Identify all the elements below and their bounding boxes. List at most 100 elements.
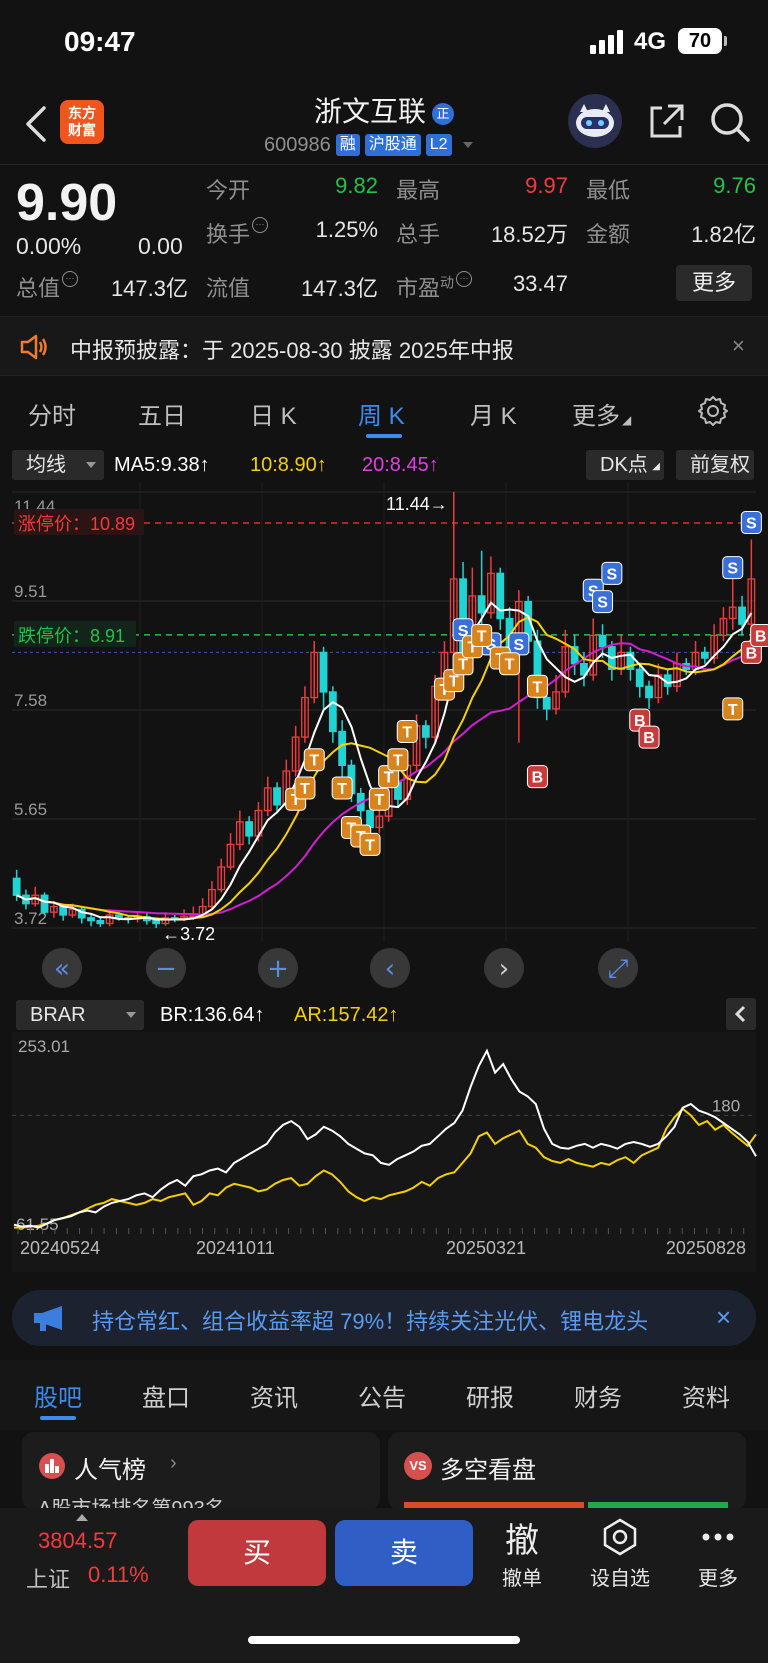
settings-gear-icon[interactable] xyxy=(696,394,730,428)
tab-monthly-k[interactable]: 月 K xyxy=(470,396,517,431)
tab-active-indicator xyxy=(40,1416,76,1420)
bull-bear-card[interactable]: VS 多空看盘 xyxy=(388,1432,746,1510)
rewind-icon-glyph: « xyxy=(54,954,70,984)
stock-name: 浙文互联 xyxy=(313,96,426,127)
close-icon[interactable]: × xyxy=(732,333,745,359)
dk-signal-label: B xyxy=(755,628,767,645)
limit-up-label: 涨停价：10.89 xyxy=(18,514,135,534)
scroll-left-icon[interactable]: ‹ xyxy=(370,948,410,988)
assistant-robot-icon[interactable] xyxy=(568,94,622,148)
cancel-order-label: 撤单 xyxy=(502,1568,542,1590)
label-volume: 总手 xyxy=(396,222,441,247)
min-price-label: ←3.72 xyxy=(162,924,215,944)
tag-level2: L2 xyxy=(425,134,452,156)
dk-signal-label: T xyxy=(337,781,347,798)
brar-chart[interactable]: 253.01 180 61.55 20240524 20241011 20250321 20… xyxy=(0,1032,768,1272)
indicator-selector[interactable]: 均线 xyxy=(12,450,104,480)
close-icon[interactable]: × xyxy=(716,1302,731,1333)
candle xyxy=(40,892,49,916)
ma-legend-row: 均线 MA5:9.38↑ 10:8.90↑ 20:8.45↑ DK点 ◢ 前复权 xyxy=(0,448,768,482)
battery-icon: 70 xyxy=(678,28,727,54)
share-icon[interactable] xyxy=(646,102,686,142)
promo-banner[interactable]: 持仓常红、组合收益率超 79%！持续关注光伏、锂电龙头 × xyxy=(12,1290,756,1346)
candle-body xyxy=(338,730,347,766)
max-price-label: 11.44→ xyxy=(386,494,448,514)
brar-y-180: 180 xyxy=(712,1096,740,1115)
stock-code-row[interactable]: 600986 融 沪股通 L2 xyxy=(264,132,473,158)
tab-daily-k[interactable]: 日 K xyxy=(250,396,297,431)
tab-announcements[interactable]: 公告 xyxy=(358,1378,406,1413)
candlestick-chart[interactable]: 11.449.517.585.653.72涨停价：10.89跌停价：8.91 SS… xyxy=(0,482,768,996)
scroll-right-icon[interactable]: › xyxy=(484,948,524,988)
tab-news[interactable]: 资讯 xyxy=(250,1378,298,1413)
tab-more-label: 更多 xyxy=(572,403,620,430)
tab-financials[interactable]: 财务 xyxy=(574,1378,622,1413)
candle-body xyxy=(40,894,49,913)
popularity-card[interactable]: 人气榜 › A股市场排名第993名 xyxy=(22,1432,380,1510)
x-tick-label: 20250321 xyxy=(446,1238,526,1258)
dk-signal-s: S xyxy=(592,590,614,614)
change-percent: 0.00% xyxy=(16,233,82,259)
tab-five-day[interactable]: 五日 xyxy=(138,396,186,431)
label-pe: 市盈动 ··· xyxy=(396,271,473,303)
search-icon[interactable] xyxy=(708,100,752,144)
dk-signal-label: S xyxy=(746,515,757,532)
br-label: BR:136.64↑ xyxy=(160,1004,265,1026)
tab-weekly-k[interactable]: 周 K xyxy=(358,396,405,431)
value-amount: 1.82亿 xyxy=(691,222,756,247)
expand-up-icon[interactable] xyxy=(76,1514,88,1521)
dk-signal-label: T xyxy=(449,674,459,691)
dk-signal-b: B xyxy=(750,623,768,647)
zoom-out-icon[interactable]: − xyxy=(146,948,186,988)
label-high: 最高 xyxy=(396,178,441,203)
info-icon[interactable]: ··· xyxy=(456,271,473,287)
value-pe: 33.47 xyxy=(512,271,568,296)
buy-button[interactable]: 买 xyxy=(188,1520,326,1586)
zoom-in-icon[interactable]: + xyxy=(258,948,298,988)
info-icon[interactable]: ··· xyxy=(252,217,269,233)
add-watchlist-button[interactable]: 设自选 xyxy=(580,1516,660,1591)
dk-signal-t: T xyxy=(359,832,381,856)
adjust-mode-button[interactable]: 前复权 xyxy=(676,450,754,480)
sub-indicator-selector[interactable]: BRAR xyxy=(16,1000,144,1030)
fullscreen-icon[interactable]: ⤢ xyxy=(598,948,638,988)
more-dots-icon xyxy=(678,1516,758,1558)
tab-profile[interactable]: 资料 xyxy=(682,1378,730,1413)
chevron-down-icon xyxy=(126,1012,136,1018)
dk-signal-t: T xyxy=(526,674,548,698)
home-indicator xyxy=(248,1636,520,1644)
dk-signal-label: T xyxy=(533,679,543,696)
tab-guba[interactable]: 股吧 xyxy=(34,1378,82,1413)
dk-signal-label: T xyxy=(300,781,310,798)
dk-signal-t: T xyxy=(331,776,353,800)
dk-signal-b: B xyxy=(526,765,548,789)
cancel-order-button[interactable]: 撤 撤单 xyxy=(482,1516,562,1591)
candle-body xyxy=(421,725,430,738)
ma20-label: 20:8.45↑ xyxy=(362,454,439,476)
tab-more[interactable]: 更多 ◢ xyxy=(572,396,631,431)
dk-signal-label: S xyxy=(727,561,738,578)
more-actions-button[interactable]: 更多 xyxy=(678,1516,758,1591)
dk-points-button[interactable]: DK点 ◢ xyxy=(586,450,664,480)
brar-background xyxy=(12,1032,756,1272)
chevron-down-icon xyxy=(462,142,473,148)
zoom-in-icon-glyph: + xyxy=(267,954,289,984)
dk-signal-b: B xyxy=(638,725,660,749)
tab-intraday[interactable]: 分时 xyxy=(28,396,76,431)
tab-order-book[interactable]: 盘口 xyxy=(142,1378,190,1413)
sell-button[interactable]: 卖 xyxy=(335,1520,473,1586)
dk-signal-s: S xyxy=(601,561,623,585)
more-quote-button[interactable]: 更多 xyxy=(676,265,752,301)
value-low: 9.76 xyxy=(713,173,756,198)
dk-signal-label: T xyxy=(374,792,384,809)
index-name: 上证 xyxy=(26,1567,71,1592)
info-icon[interactable]: ··· xyxy=(62,271,79,287)
notice-bar[interactable]: 中报预披露：于 2025-08-30 披露 2025年中报 × xyxy=(0,316,768,376)
tab-research[interactable]: 研报 xyxy=(466,1378,514,1413)
candle-body xyxy=(645,685,653,699)
collapse-panel-button[interactable] xyxy=(726,998,756,1030)
rewind-icon[interactable]: « xyxy=(42,948,82,988)
y-tick-label: 9.51 xyxy=(14,582,47,601)
dk-signal-s: S xyxy=(508,632,530,656)
index-change: 0.11% xyxy=(88,1562,149,1587)
